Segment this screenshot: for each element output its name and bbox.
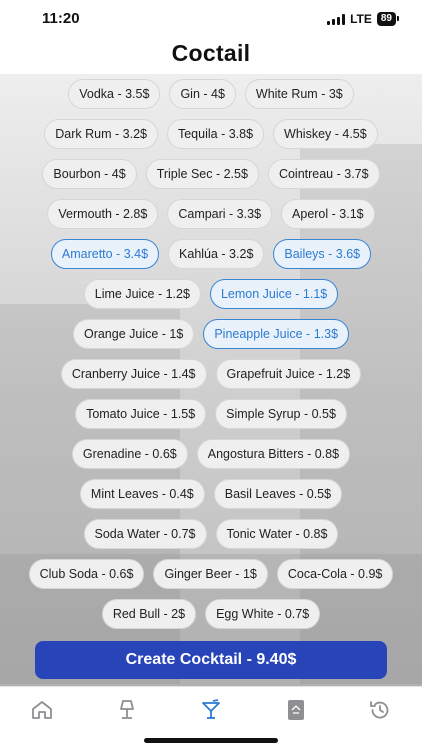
ingredient-chip[interactable]: Cointreau - 3.7$ [267,159,380,189]
tab-history[interactable] [365,695,395,725]
lamp-icon [120,700,134,719]
ingredient-row: Vodka - 3.5$ Gin - 4$ White Rum - 3$ [0,79,422,109]
ingredient-chip[interactable]: Coca-Cola - 0.9$ [276,559,394,589]
ingredient-row: Lime Juice - 1.2$ Lemon Juice - 1.1$ [0,279,422,309]
ingredient-chip[interactable]: Egg White - 0.7$ [205,599,321,629]
ingredient-chip-selected[interactable]: Amaretto - 3.4$ [50,239,160,269]
create-cocktail-button[interactable]: Create Cocktail - 9.40$ [35,641,387,679]
ingredient-chip[interactable]: Lime Juice - 1.2$ [83,279,201,309]
ingredient-area[interactable]: Vodka - 3.5$ Gin - 4$ White Rum - 3$ Dark R… [0,74,422,686]
ingredient-row: Tomato Juice - 1.5$ Simple Syrup - 0.5$ [0,399,422,429]
ingredient-chip-selected[interactable]: Baileys - 3.6$ [273,239,372,269]
ingredient-chips: Vodka - 3.5$ Gin - 4$ White Rum - 3$ Dark R… [0,74,422,629]
ingredient-row: Amaretto - 3.4$ Kahlúa - 3.2$ Baileys - 3.… [0,239,422,269]
battery-level: 89 [380,13,392,24]
ingredient-chip[interactable]: Cranberry Juice - 1.4$ [60,359,207,389]
tab-bar-lamp[interactable] [112,695,142,725]
ingredient-chip[interactable]: Aperol - 3.1$ [281,199,375,229]
ingredient-row: Dark Rum - 3.2$ Tequila - 3.8$ Whiskey - 4… [0,119,422,149]
ingredient-chip[interactable]: Club Soda - 0.6$ [28,559,145,589]
ingredient-chip[interactable]: Basil Leaves - 0.5$ [213,479,343,509]
ingredient-chip[interactable]: Campari - 3.3$ [167,199,273,229]
ingredient-chip[interactable]: Soda Water - 0.7$ [83,519,207,549]
tab-home[interactable] [27,695,57,725]
ingredient-chip[interactable]: Whiskey - 4.5$ [273,119,378,149]
menu-book-icon [288,700,304,720]
page-title: Coctail [171,40,251,66]
ingredient-chip[interactable]: Tequila - 3.8$ [166,119,265,149]
status-time: 11:20 [42,10,80,27]
ingredient-chip[interactable]: Vodka - 3.5$ [68,79,161,109]
network-type: LTE [350,12,372,26]
ingredient-chip[interactable]: Dark Rum - 3.2$ [44,119,158,149]
ingredient-row: Club Soda - 0.6$ Ginger Beer - 1$ Coca-Col… [0,559,422,589]
ingredient-chip[interactable]: Gin - 4$ [169,79,236,109]
ingredient-chip[interactable]: Grapefruit Juice - 1.2$ [215,359,362,389]
battery-icon: 89 [376,12,400,26]
ingredient-chip[interactable]: Simple Syrup - 0.5$ [215,399,347,429]
home-indicator [144,738,278,743]
ingredient-chip-selected[interactable]: Lemon Juice - 1.1$ [209,279,339,309]
ingredient-row: Vermouth - 2.8$ Campari - 3.3$ Aperol - 3.… [0,199,422,229]
ingredient-row: Orange Juice - 1$ Pineapple Juice - 1.3$ [0,319,422,349]
status-indicators: LTE 89 [327,12,400,26]
ingredient-chip-selected[interactable]: Pineapple Juice - 1.3$ [203,319,350,349]
tab-cocktail[interactable] [196,695,226,725]
cocktail-glass-icon [202,699,220,719]
ingredient-chip[interactable]: Ginger Beer - 1$ [153,559,268,589]
ingredient-chip[interactable]: Kahlúa - 3.2$ [168,239,265,269]
ingredient-row: Bourbon - 4$ Triple Sec - 2.5$ Cointreau -… [0,159,422,189]
history-icon [370,701,389,719]
ingredient-chip[interactable]: Mint Leaves - 0.4$ [79,479,205,509]
ingredient-row: Mint Leaves - 0.4$ Basil Leaves - 0.5$ [0,479,422,509]
ingredient-row: Cranberry Juice - 1.4$ Grapefruit Juice -… [0,359,422,389]
ingredient-chip[interactable]: Red Bull - 2$ [101,599,197,629]
ingredient-row: Soda Water - 0.7$ Tonic Water - 0.8$ [0,519,422,549]
tab-menu[interactable] [281,695,311,725]
ingredient-chip[interactable]: Tonic Water - 0.8$ [215,519,339,549]
ingredient-chip[interactable]: Angostura Bitters - 0.8$ [196,439,351,469]
status-bar: 11:20 LTE 89 [0,0,422,38]
ingredient-row: Grenadine - 0.6$ Angostura Bitters - 0.8$ [0,439,422,469]
ingredient-chip[interactable]: Grenadine - 0.6$ [71,439,188,469]
ingredient-chip[interactable]: Orange Juice - 1$ [72,319,195,349]
ingredient-chip[interactable]: Tomato Juice - 1.5$ [75,399,207,429]
signal-icon [327,13,346,25]
ingredient-chip[interactable]: Bourbon - 4$ [42,159,137,189]
home-icon [32,701,52,719]
ingredient-chip[interactable]: White Rum - 3$ [244,79,354,109]
ingredient-chip[interactable]: Triple Sec - 2.5$ [145,159,259,189]
ingredient-row: Red Bull - 2$ Egg White - 0.7$ [0,599,422,629]
ingredient-chip[interactable]: Vermouth - 2.8$ [47,199,159,229]
